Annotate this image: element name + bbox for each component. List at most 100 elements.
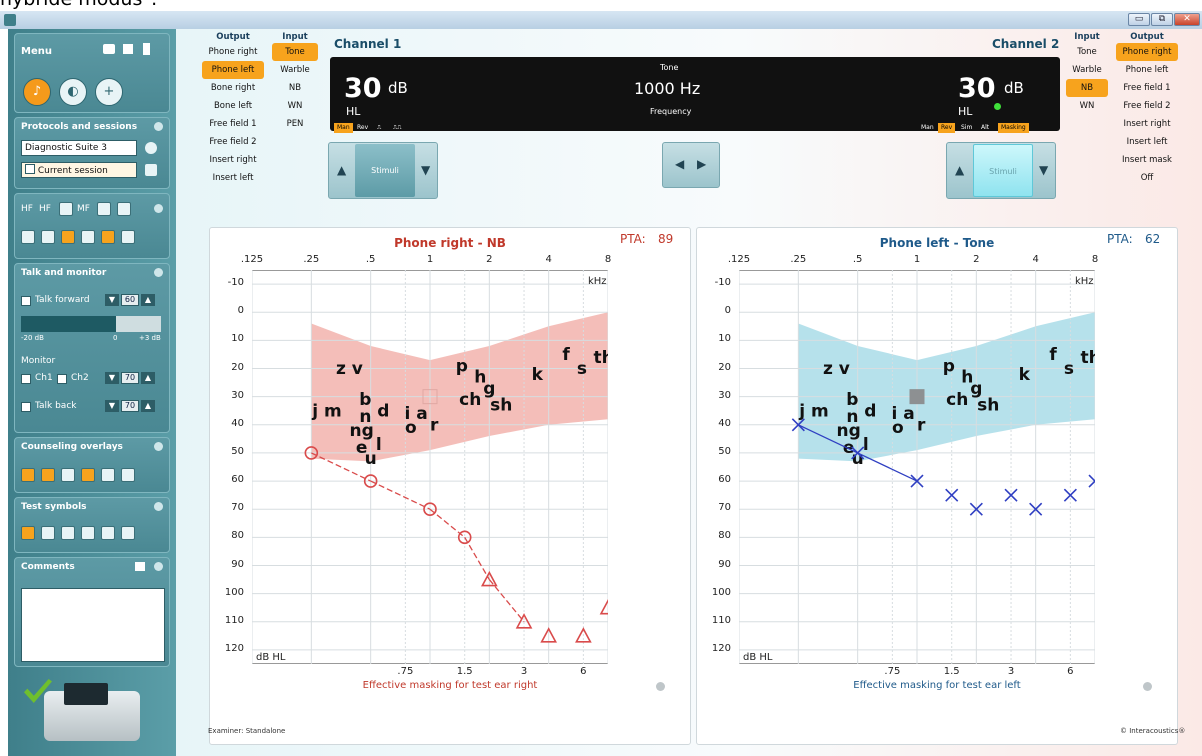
ch2-state-alt[interactable]: Alt xyxy=(978,123,992,133)
collapse-icon[interactable] xyxy=(154,562,163,571)
ch2-output-option[interactable]: Phone right xyxy=(1116,43,1178,61)
save-icon[interactable] xyxy=(123,44,133,54)
tool-icon[interactable] xyxy=(101,230,115,244)
audiogram-svg[interactable]: kHzdB HLz v phgch shkfsthbj m dn i ao rnge lu xyxy=(251,269,617,665)
hfz-button[interactable]: HF xyxy=(39,204,51,214)
symbol-icon[interactable] xyxy=(81,526,95,540)
tool-icon[interactable] xyxy=(61,230,75,244)
ch1-stimuli-button[interactable]: Stimuli xyxy=(355,144,415,197)
minimize-button[interactable]: ▭ xyxy=(1128,13,1150,26)
menu-label[interactable]: Menu xyxy=(21,46,52,57)
ch2-output-option[interactable]: Insert mask xyxy=(1116,151,1178,169)
mf-button[interactable]: MF xyxy=(77,204,90,214)
close-button[interactable]: ✕ xyxy=(1174,13,1200,26)
ch1-input-option[interactable]: WN xyxy=(272,97,318,115)
ch2-state-rev[interactable]: Rev xyxy=(938,123,956,133)
tool-icon[interactable] xyxy=(81,230,95,244)
talk-back-checkbox[interactable] xyxy=(21,402,31,412)
symbol-icon[interactable] xyxy=(101,526,115,540)
collapse-icon[interactable] xyxy=(154,502,163,511)
ch1-state-man[interactable]: Man xyxy=(334,123,353,133)
frequency-left-icon[interactable]: ◀ xyxy=(675,157,684,171)
talk-forward-checkbox[interactable] xyxy=(21,296,31,306)
ch1-state-rev[interactable]: Rev xyxy=(354,123,371,133)
ch1-input-option[interactable]: PEN xyxy=(272,115,318,133)
comment-icon[interactable] xyxy=(135,562,145,571)
overlay-icon[interactable] xyxy=(61,468,75,482)
ch2-input-option[interactable]: NB xyxy=(1066,79,1108,97)
overlay-icon[interactable] xyxy=(81,468,95,482)
talk-back-up[interactable]: ▲ xyxy=(141,400,155,412)
overlay-icon[interactable] xyxy=(121,468,135,482)
collapse-icon[interactable] xyxy=(154,204,163,213)
symbol-icon[interactable] xyxy=(21,526,35,540)
ch1-output-option[interactable]: Free field 2 xyxy=(202,133,264,151)
tool-icon[interactable] xyxy=(121,230,135,244)
talk-forward-down[interactable]: ▼ xyxy=(105,294,119,306)
settings-icon[interactable] xyxy=(656,682,665,691)
comments-textarea[interactable] xyxy=(21,588,165,662)
ch2-level-up-icon[interactable]: ▲ xyxy=(955,163,964,177)
ch2-input-option[interactable]: Tone xyxy=(1066,43,1108,61)
overlay-icon[interactable] xyxy=(101,468,115,482)
ch2-input-option[interactable]: WN xyxy=(1066,97,1108,115)
ch1-state-warble[interactable]: ⎍⎍ xyxy=(390,123,404,133)
ch1-output-option[interactable]: Bone right xyxy=(202,79,264,97)
ch1-input-option[interactable]: NB xyxy=(272,79,318,97)
collapse-icon[interactable] xyxy=(154,268,163,277)
ch2-output-option[interactable]: Insert left xyxy=(1116,133,1178,151)
symbol-icon[interactable] xyxy=(41,526,55,540)
ch2-output-option[interactable]: Phone left xyxy=(1116,61,1178,79)
ch1-checkbox[interactable] xyxy=(21,374,31,384)
ch2-state-man[interactable]: Man xyxy=(918,123,937,133)
settings-icon[interactable] xyxy=(1143,682,1152,691)
audiogram-right[interactable]: Phone right - NB PTA: 89 .125 .25 .5 1 2 4 8 -10 0 1… xyxy=(209,227,691,745)
ch1-level-down-icon[interactable]: ▼ xyxy=(421,163,430,177)
plot-area[interactable]: kHz dB HL z v p h g ch sh k f s th b j mdni a o r ng e l u xyxy=(738,269,1102,665)
protocol-select[interactable]: Diagnostic Suite 3 xyxy=(21,140,137,156)
monitor-down[interactable]: ▼ xyxy=(105,372,119,384)
special-tests-icon[interactable]: + xyxy=(95,78,123,106)
ch2-output-option[interactable]: Free field 2 xyxy=(1116,97,1178,115)
protocol-settings-icon[interactable] xyxy=(145,142,157,154)
audiogram-left[interactable]: Phone left - Tone PTA: 62 .125 .25 .5 1 2 4 8 -10 0… xyxy=(696,227,1178,745)
session-icon[interactable] xyxy=(145,164,157,176)
print-icon[interactable] xyxy=(103,44,115,54)
ch2-level-down-icon[interactable]: ▼ xyxy=(1039,163,1048,177)
lock-icon[interactable] xyxy=(97,202,111,216)
overlay-icon[interactable] xyxy=(41,468,55,482)
ch1-input-option[interactable]: Warble xyxy=(272,61,318,79)
ch1-output-option[interactable]: Insert right xyxy=(202,151,264,169)
ch2-checkbox[interactable] xyxy=(57,374,67,384)
session-checkbox[interactable] xyxy=(25,164,35,174)
ch2-stimuli-button[interactable]: Stimuli xyxy=(973,144,1033,197)
frequency-right-icon[interactable]: ▶ xyxy=(697,157,706,171)
ch1-level-up-icon[interactable]: ▲ xyxy=(337,163,346,177)
speech-audiometry-icon[interactable]: ◐ xyxy=(59,78,87,106)
ch1-input-option[interactable]: Tone xyxy=(272,43,318,61)
ch2-input-option[interactable]: Warble xyxy=(1066,61,1108,79)
hf-button[interactable]: HF xyxy=(21,204,33,214)
session-select[interactable]: Current session xyxy=(21,162,137,178)
ch2-output-option[interactable]: Free field 1 xyxy=(1116,79,1178,97)
symbol-icon[interactable] xyxy=(121,526,135,540)
ch1-output-option[interactable]: Free field 1 xyxy=(202,115,264,133)
audiogram-svg[interactable]: kHzdB HLz v phgch shkfsthbj m dn i ao rnge lu xyxy=(738,269,1102,665)
tool-icon[interactable] xyxy=(21,230,35,244)
ch1-output-option[interactable]: Phone left xyxy=(202,61,264,79)
tone-audiometry-icon[interactable]: ♪ xyxy=(23,78,51,106)
ch1-output-option[interactable]: Phone right xyxy=(202,43,264,61)
restore-button[interactable]: ⧉ xyxy=(1151,13,1173,26)
tool-icon[interactable] xyxy=(41,230,55,244)
collapse-icon[interactable] xyxy=(154,122,163,131)
ch1-output-option[interactable]: Bone left xyxy=(202,97,264,115)
exit-icon[interactable] xyxy=(143,43,150,55)
plot-area[interactable]: kHz dB HL z v p h g ch sh k f s th b j mdni a o r ng e l u xyxy=(251,269,617,665)
collapse-icon[interactable] xyxy=(154,442,163,451)
talk-level-bar[interactable] xyxy=(21,316,161,332)
ch1-state-pulse[interactable]: ⎍ xyxy=(374,123,384,133)
edit-icon[interactable] xyxy=(117,202,131,216)
talk-back-down[interactable]: ▼ xyxy=(105,400,119,412)
ch2-output-option[interactable]: Insert right xyxy=(1116,115,1178,133)
talk-forward-up[interactable]: ▲ xyxy=(141,294,155,306)
